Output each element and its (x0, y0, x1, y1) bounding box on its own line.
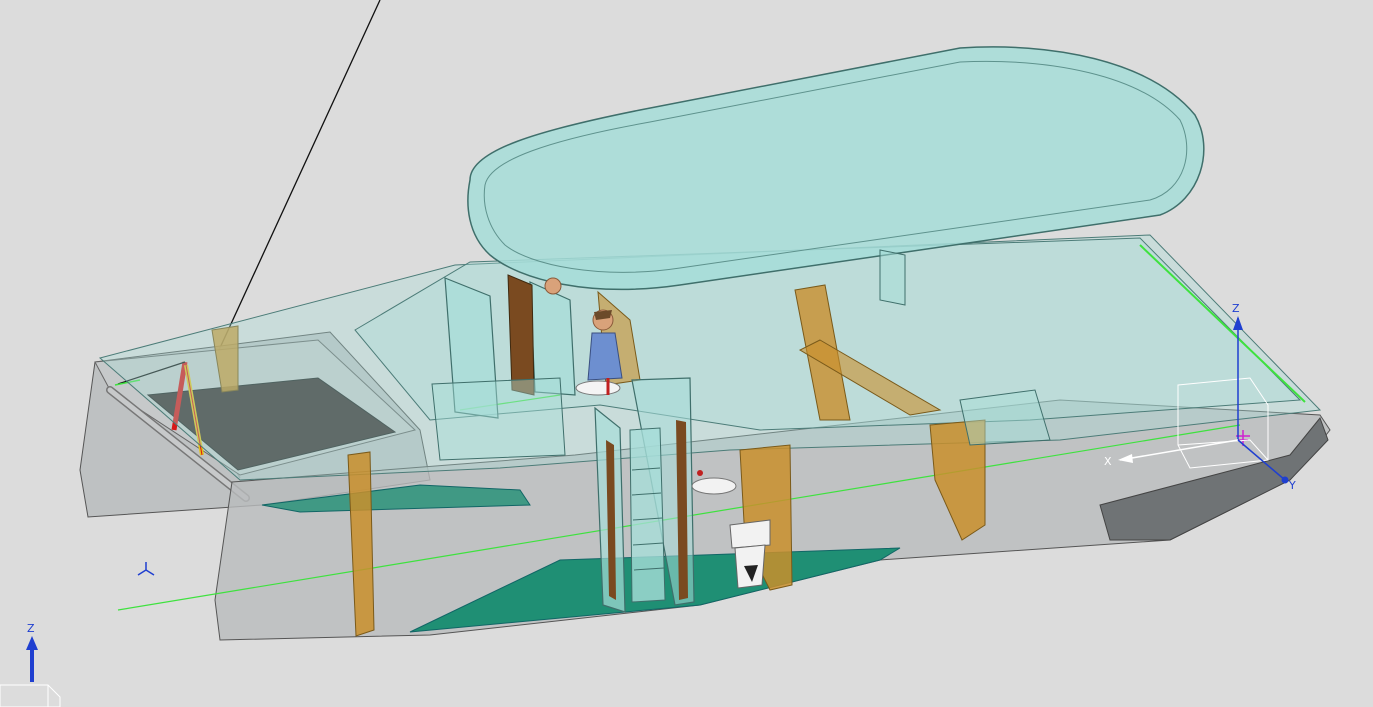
basin-tap (697, 470, 703, 476)
cad-3d-viewport[interactable]: Z X Y Z (0, 0, 1373, 707)
view-cube[interactable] (0, 684, 61, 707)
z-axis-label: Z (1232, 302, 1240, 315)
corner-z-arrow (26, 636, 38, 650)
galley-sink[interactable] (575, 380, 621, 396)
cabinet-top-right[interactable] (879, 249, 906, 306)
person-figure-2[interactable] (544, 277, 562, 295)
bathroom-basin[interactable] (691, 477, 737, 495)
corner-view-triad[interactable]: Z (0, 622, 61, 707)
stairs[interactable] (629, 427, 666, 603)
cabinet-left[interactable] (431, 377, 566, 461)
y-axis-dot (1281, 476, 1289, 484)
corner-z-label: Z (27, 622, 35, 635)
door-wood[interactable] (507, 274, 535, 396)
x-axis-label: X (1104, 455, 1112, 468)
y-axis-label: Y (1288, 479, 1296, 492)
catamaran-model-canvas[interactable]: Z X Y Z (0, 0, 1373, 707)
cabinet-right[interactable] (959, 389, 1051, 446)
small-axis-glyph (137, 562, 155, 576)
